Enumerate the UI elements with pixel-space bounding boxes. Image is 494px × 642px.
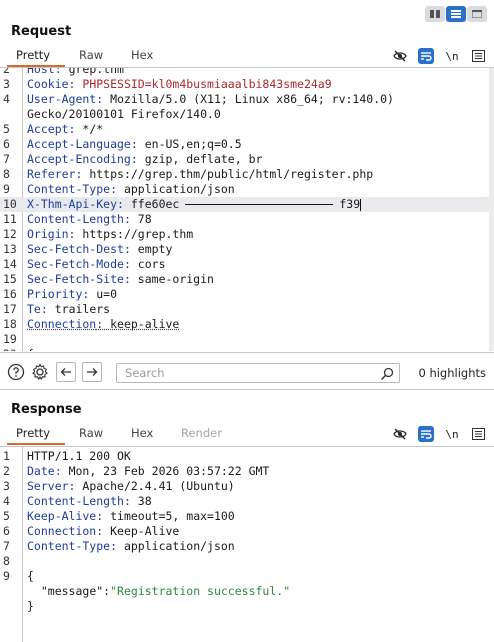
request-editor[interactable]: 2 Host: grep.thm 3 Cookie: PHPSESSID=kl0m4…	[0, 67, 494, 351]
request-line: 16 Priority: u=0	[3, 287, 118, 301]
response-line: 6 Connection: Keep-Alive	[3, 524, 180, 538]
request-tab-raw[interactable]: Raw	[79, 48, 103, 62]
response-tabs: Pretty Raw Hex Render \n	[0, 426, 494, 446]
json-key: "message"	[40, 584, 104, 598]
settings-icon[interactable]	[30, 362, 50, 382]
request-tabs: Pretty Raw Hex \n	[0, 48, 494, 68]
request-line: 7 Accept-Encoding: gzip, deflate, br	[3, 152, 263, 166]
response-tab-hex[interactable]: Hex	[131, 426, 153, 440]
request-tab-tools: \n	[392, 48, 486, 64]
hide-icon[interactable]	[392, 426, 408, 442]
request-line: 11 Content-Length: 78	[3, 212, 152, 226]
request-line: 5 Accept: */*	[3, 122, 104, 136]
request-line: 13 Sec-Fetch-Dest: empty	[3, 242, 173, 256]
request-line: 4 User-Agent: Mozilla/5.0 (X11; Linux x86…	[3, 92, 394, 106]
back-arrow-icon[interactable]	[56, 362, 76, 382]
request-scrollbar[interactable]	[489, 68, 494, 351]
request-line-api-key: 10 X-Thm-Api-Key: ffe60ec f39	[0, 197, 494, 212]
highlights-count: 0 highlights	[418, 366, 486, 380]
redaction-line	[185, 204, 334, 205]
response-line: 4 Content-Length: 38	[3, 494, 152, 508]
split-horizontal-icon[interactable]	[446, 6, 466, 22]
request-line: 9 Content-Type: application/json	[3, 182, 235, 196]
menu-icon[interactable]	[470, 48, 486, 64]
search-bar: 0 highlights	[0, 352, 494, 390]
response-line: 5 Keep-Alive: timeout=5, max=100	[3, 509, 235, 523]
request-line: 14 Sec-Fetch-Mode: cors	[3, 257, 166, 271]
request-line-continuation: Gecko/20100101 Firefox/140.0	[27, 107, 221, 121]
response-line: 3 Server: Apache/2.4.41 (Ubuntu)	[3, 479, 235, 493]
response-line: 2 Date: Mon, 23 Feb 2026 03:57:22 GMT	[3, 464, 270, 478]
newline-toggle[interactable]: \n	[444, 48, 460, 64]
request-line: 20{	[0, 347, 494, 351]
request-line: 3 Cookie: PHPSESSID=kl0m4busmiaaalbi843sm…	[3, 77, 332, 91]
request-line: 17 Te: trailers	[3, 302, 111, 316]
request-line: 15 Sec-Fetch-Site: same-origin	[3, 272, 214, 286]
search-input[interactable]	[116, 363, 400, 383]
response-line-json: "message":"Registration successful."	[40, 584, 291, 598]
hide-icon[interactable]	[392, 48, 408, 64]
cookie-value: PHPSESSID=kl0m4busmiaaalbi843sme24a9	[82, 77, 332, 91]
request-line: 18 Connection: keep-alive	[3, 317, 180, 331]
search-icon[interactable]	[380, 366, 394, 385]
request-line: 8 Referer: https://grep.thm/public/html/r…	[3, 167, 374, 181]
request-tab-pretty[interactable]: Pretty	[16, 48, 50, 62]
forward-arrow-icon[interactable]	[82, 362, 102, 382]
request-title: Request	[11, 24, 72, 39]
newline-toggle[interactable]: \n	[444, 426, 460, 442]
response-line: 7 Content-Type: application/json	[3, 539, 235, 553]
response-active-tab-underline	[7, 443, 65, 445]
request-line: 2 Host: grep.thm	[3, 67, 124, 76]
json-string-value: "Registration successful."	[110, 584, 291, 598]
split-vertical-icon[interactable]	[425, 6, 445, 22]
help-icon[interactable]	[6, 362, 26, 382]
response-tab-render[interactable]: Render	[181, 426, 222, 440]
pretty-wrap-icon[interactable]	[418, 426, 434, 442]
response-line: }	[27, 599, 34, 613]
response-line: 1 HTTP/1.1 200 OK	[3, 449, 131, 463]
request-line: 19	[3, 332, 17, 346]
request-line: 12 Origin: https://grep.thm	[3, 227, 194, 241]
pretty-wrap-icon[interactable]	[418, 48, 434, 64]
response-tab-tools: \n	[392, 426, 486, 442]
response-tab-raw[interactable]: Raw	[79, 426, 103, 440]
response-editor[interactable]: 1 HTTP/1.1 200 OK 2 Date: Mon, 23 Feb 2026…	[0, 446, 494, 642]
response-tab-pretty[interactable]: Pretty	[16, 426, 50, 440]
request-line: 6 Accept-Language: en-US,en;q=0.5	[3, 137, 242, 151]
tabs-icon[interactable]	[467, 6, 487, 22]
layout-toggle	[425, 6, 487, 22]
text-caret	[360, 198, 362, 211]
response-title: Response	[11, 402, 82, 417]
menu-icon[interactable]	[470, 426, 486, 442]
response-line: 8	[3, 554, 10, 568]
request-tab-hex[interactable]: Hex	[131, 48, 153, 62]
response-line: 9{	[3, 569, 34, 583]
